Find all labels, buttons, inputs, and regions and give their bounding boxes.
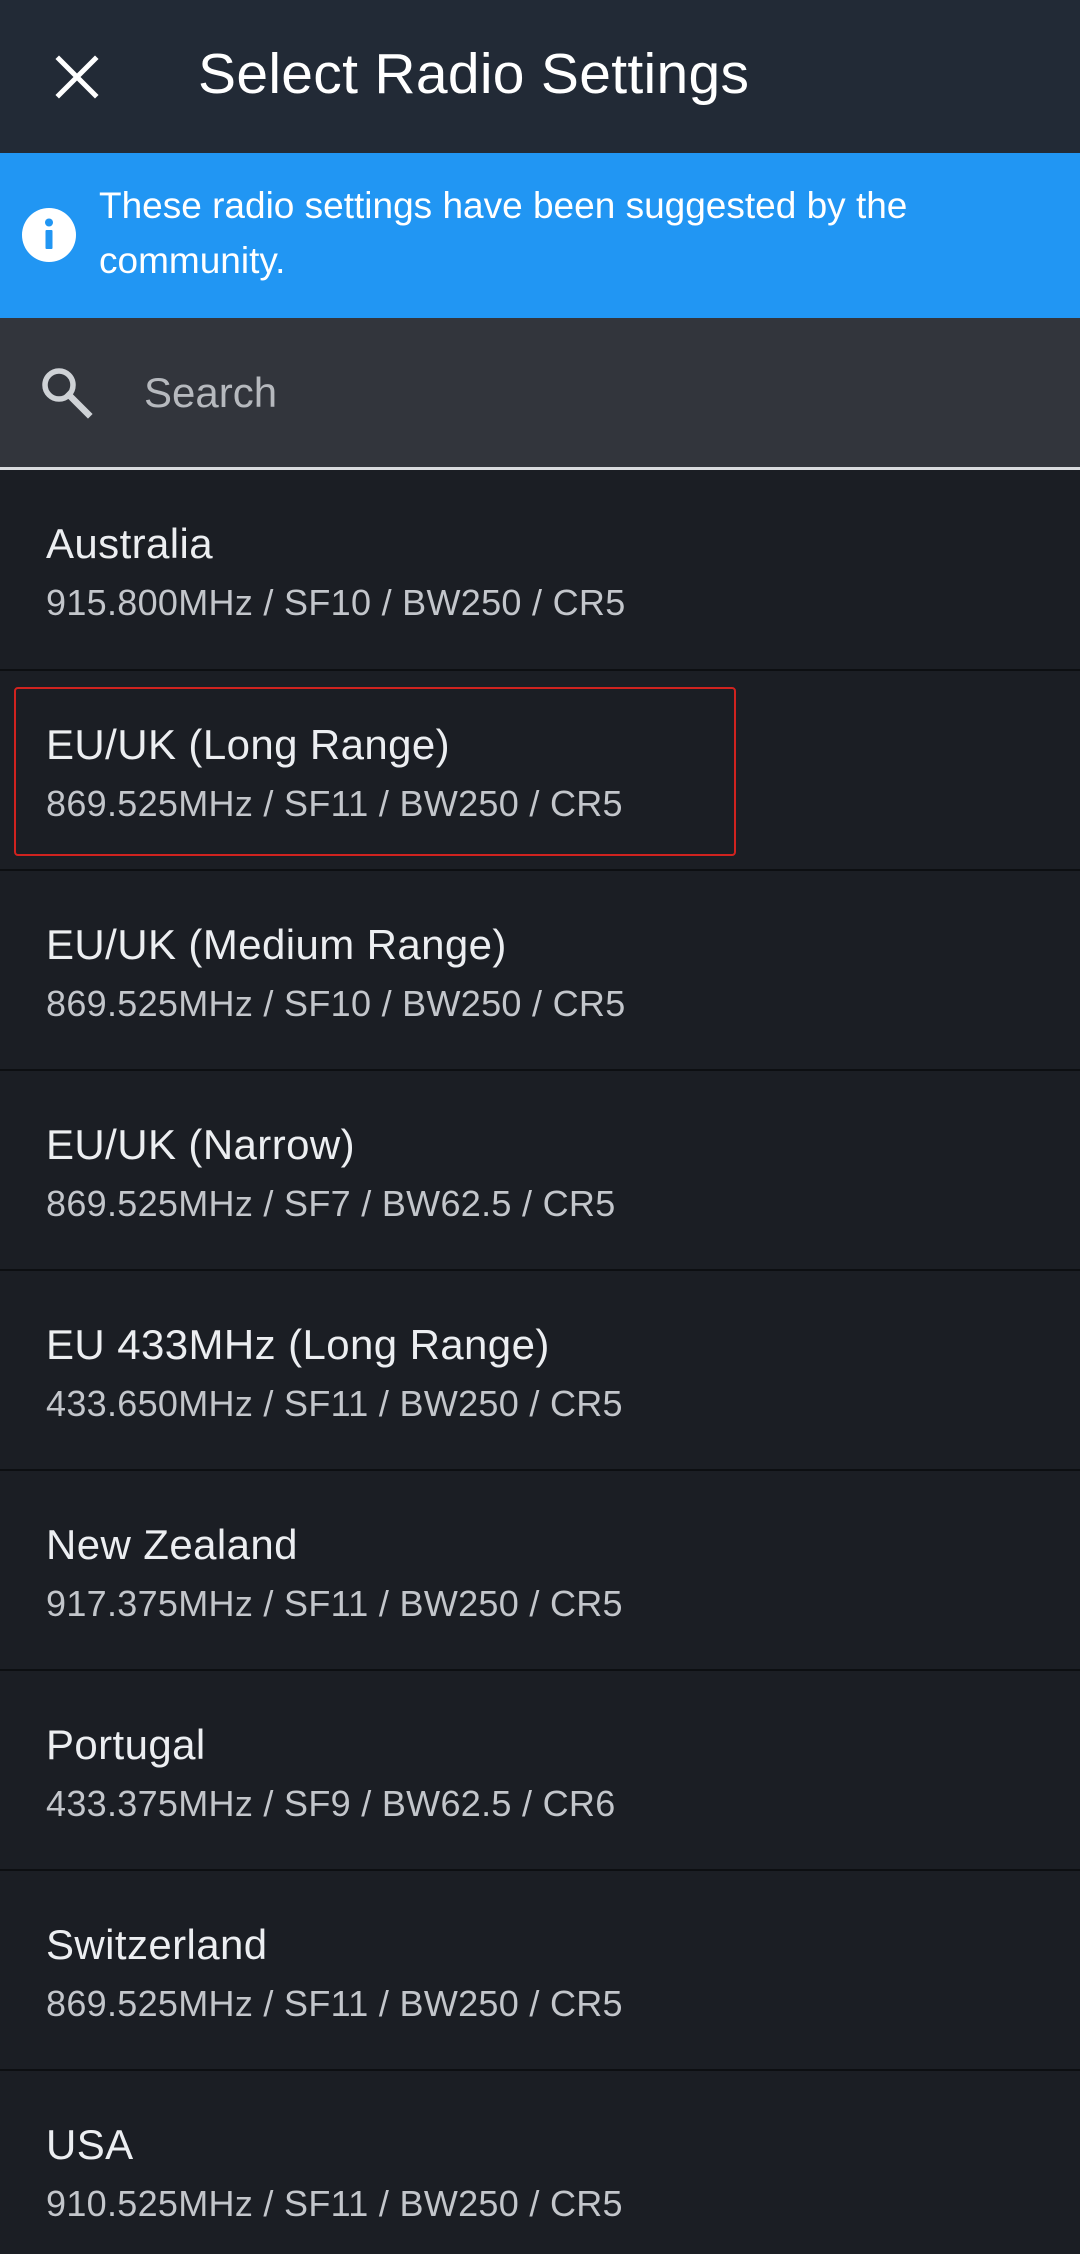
preset-name: Portugal xyxy=(46,1721,206,1768)
preset-detail: 917.375MHz / SF11 / BW250 / CR5 xyxy=(46,1583,623,1624)
preset-list: Australia 915.800MHz / SF10 / BW250 / CR… xyxy=(0,470,1080,2254)
list-item[interactable]: USA 910.525MHz / SF11 / BW250 / CR5 xyxy=(0,2071,1080,2254)
preset-name: EU/UK (Medium Range) xyxy=(46,921,507,968)
search-input[interactable] xyxy=(144,358,1024,428)
close-button[interactable] xyxy=(44,44,110,110)
preset-detail: 910.525MHz / SF11 / BW250 / CR5 xyxy=(46,2183,623,2224)
list-item[interactable]: Australia 915.800MHz / SF10 / BW250 / CR… xyxy=(0,470,1080,671)
list-item[interactable]: Portugal 433.375MHz / SF9 / BW62.5 / CR6 xyxy=(0,1671,1080,1871)
list-item[interactable]: EU/UK (Medium Range) 869.525MHz / SF10 /… xyxy=(0,871,1080,1071)
search-icon xyxy=(42,368,93,419)
preset-detail: 869.525MHz / SF10 / BW250 / CR5 xyxy=(46,983,626,1024)
preset-name: EU/UK (Narrow) xyxy=(46,1121,355,1168)
list-item[interactable]: EU/UK (Long Range) 869.525MHz / SF11 / B… xyxy=(0,671,1080,871)
preset-name: EU 433MHz (Long Range) xyxy=(46,1321,550,1368)
preset-name: Australia xyxy=(46,520,214,567)
preset-name: EU/UK (Long Range) xyxy=(46,721,451,768)
page-title: Select Radio Settings xyxy=(198,42,750,106)
preset-detail: 869.525MHz / SF11 / BW250 / CR5 xyxy=(46,1983,623,2024)
preset-detail: 869.525MHz / SF7 / BW62.5 / CR5 xyxy=(46,1183,616,1224)
preset-detail: 433.650MHz / SF11 / BW250 / CR5 xyxy=(46,1383,623,1424)
info-banner-text: These radio settings have been suggested… xyxy=(99,185,908,281)
preset-detail: 869.525MHz / SF11 / BW250 / CR5 xyxy=(46,783,623,824)
preset-detail: 433.375MHz / SF9 / BW62.5 / CR6 xyxy=(46,1783,616,1824)
preset-name: Switzerland xyxy=(46,1921,268,1968)
preset-name: USA xyxy=(46,2121,134,2168)
preset-detail: 915.800MHz / SF10 / BW250 / CR5 xyxy=(46,582,626,623)
close-icon xyxy=(55,55,99,99)
list-item[interactable]: EU 433MHz (Long Range) 433.650MHz / SF11… xyxy=(0,1271,1080,1471)
list-item[interactable]: New Zealand 917.375MHz / SF11 / BW250 / … xyxy=(0,1471,1080,1671)
info-icon xyxy=(22,208,76,262)
list-item[interactable]: EU/UK (Narrow) 869.525MHz / SF7 / BW62.5… xyxy=(0,1071,1080,1271)
app-bar: Select Radio Settings xyxy=(0,0,1080,153)
preset-name: New Zealand xyxy=(46,1521,298,1568)
list-item[interactable]: Switzerland 869.525MHz / SF11 / BW250 / … xyxy=(0,1871,1080,2071)
